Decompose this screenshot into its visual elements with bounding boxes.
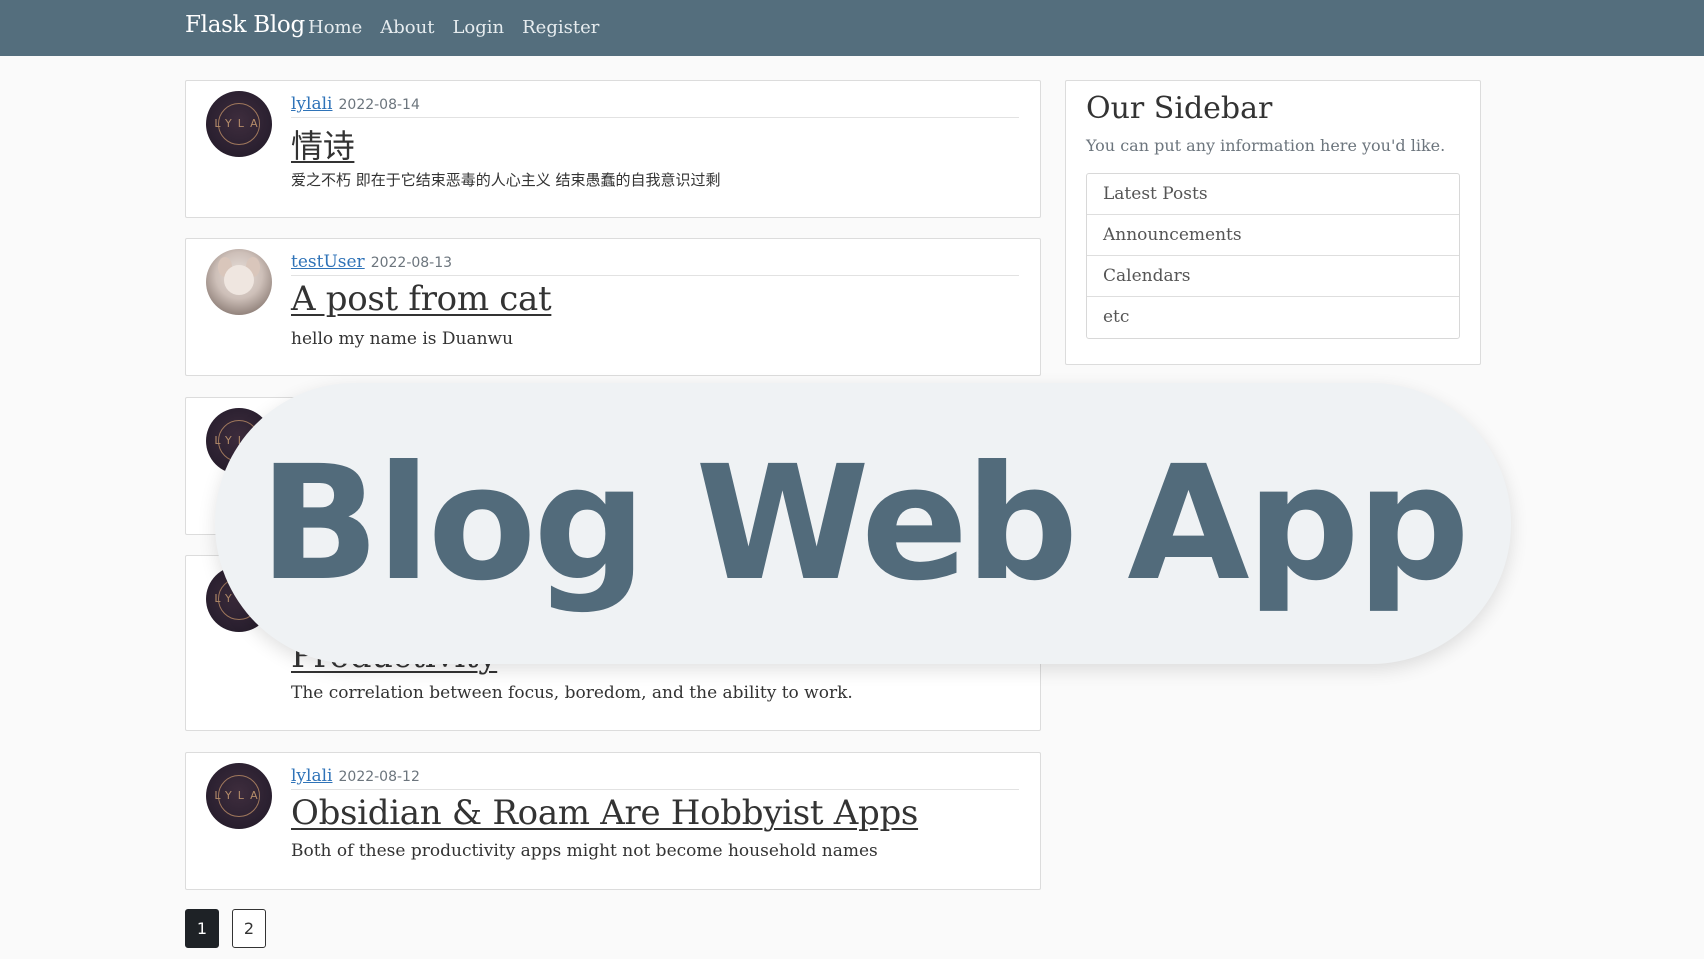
post-title-link[interactable]: 情诗	[291, 121, 355, 167]
post-content: The correlation between focus, boredom, …	[291, 683, 853, 703]
sidebar-item-calendars[interactable]: Calendars	[1087, 256, 1459, 297]
nav-links: Home About Login Register	[308, 17, 599, 38]
post-title-link[interactable]: Obsidian & Roam Are Hobbyist Apps	[291, 793, 918, 833]
author-avatar: LYLA	[206, 91, 272, 157]
sidebar-list: Latest Posts Announcements Calendars etc	[1086, 173, 1460, 339]
post-card: LYLA lylali 2022-08-12 Obsidian & Roam Ar…	[185, 752, 1041, 890]
post-meta: lylali 2022-08-14	[291, 94, 1019, 118]
post-date: 2022-08-13	[370, 255, 453, 271]
author-avatar: LYLA	[206, 763, 272, 829]
cat-avatar	[206, 249, 272, 315]
post-date: 2022-08-14	[338, 97, 420, 113]
post-meta: lylali 2022-08-12	[291, 766, 1019, 790]
navbar: Flask Blog Home About Login Register	[0, 0, 1704, 56]
nav-register-link[interactable]: Register	[522, 17, 599, 38]
post-date: 2022-08-12	[338, 769, 420, 785]
post-card: testUser 2022-08-13 A post from cat hello…	[185, 238, 1041, 376]
post-meta: testUser 2022-08-13	[291, 252, 1019, 276]
page-2-button[interactable]: 2	[232, 909, 266, 948]
sidebar-item-etc[interactable]: etc	[1087, 297, 1459, 338]
author-link[interactable]: lylali	[291, 94, 333, 114]
nav-login-link[interactable]: Login	[452, 17, 504, 38]
post-content: 爱之不朽 即在于它结束恶毒的人心主义 结束愚蠢的自我意识过剩	[291, 171, 721, 189]
sidebar-title: Our Sidebar	[1086, 91, 1273, 126]
post-content: Both of these productivity apps might no…	[291, 841, 878, 861]
brand-link[interactable]: Flask Blog	[185, 12, 305, 38]
author-link[interactable]: testUser	[291, 252, 365, 272]
sidebar-item-latest-posts[interactable]: Latest Posts	[1087, 174, 1459, 215]
post-card: LYLA lylali 2022-08-14 情诗 爱之不朽 即在于它结束恶毒的人…	[185, 80, 1041, 218]
sidebar-item-announcements[interactable]: Announcements	[1087, 215, 1459, 256]
overlay-title: Blog Web App	[259, 431, 1470, 616]
nav-home-link[interactable]: Home	[308, 17, 362, 38]
post-title-link[interactable]: A post from cat	[291, 279, 552, 319]
sidebar: Our Sidebar You can put any information …	[1065, 80, 1481, 365]
page-1-button[interactable]: 1	[185, 909, 219, 948]
author-link[interactable]: lylali	[291, 766, 333, 786]
sidebar-text: You can put any information here you'd l…	[1086, 136, 1446, 155]
title-overlay-banner: Blog Web App	[215, 383, 1511, 664]
post-content: hello my name is Duanwu	[291, 329, 514, 349]
nav-about-link[interactable]: About	[380, 17, 434, 38]
